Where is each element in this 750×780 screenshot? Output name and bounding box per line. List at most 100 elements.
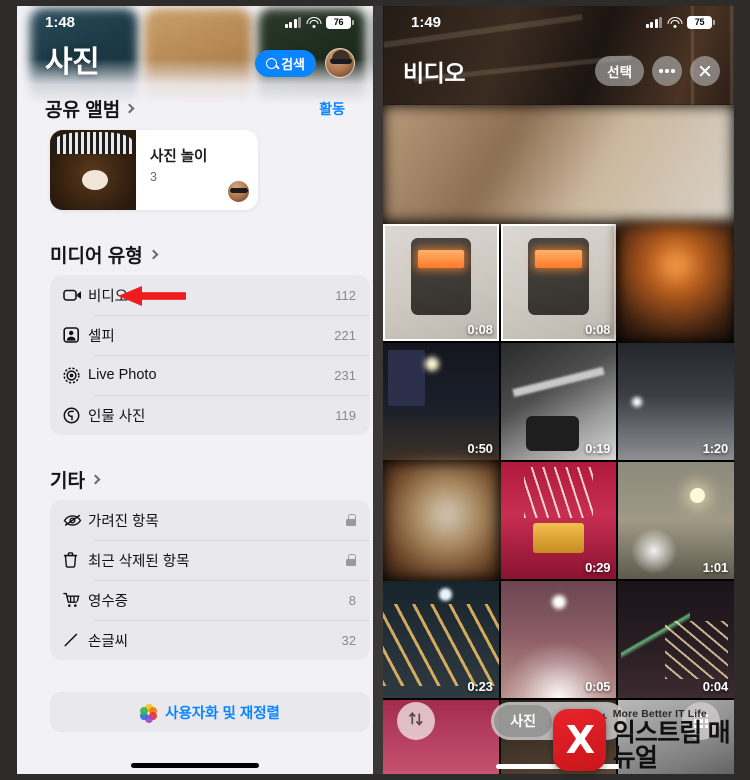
video-thumbnail[interactable]: 0:08 [500, 224, 617, 341]
chevron-right-icon [148, 249, 159, 260]
media-types-list: 비디오 112 셀피 221 Live Photo 231 인물 사진 119 [50, 275, 370, 435]
other-row-receipts[interactable]: 영수증 8 [50, 580, 370, 620]
more-options-button[interactable] [652, 56, 682, 86]
customize-reorder-button[interactable]: 사용자화 및 재정렬 [50, 692, 370, 732]
media-row-value: 221 [334, 327, 356, 343]
chevron-right-icon [90, 474, 101, 485]
other-row-recently-deleted[interactable]: 최근 삭제된 항목 [50, 540, 370, 580]
photos-app-icon [140, 703, 158, 723]
other-header[interactable]: 기타 [50, 466, 101, 493]
watermark-logo-letter: X [565, 717, 595, 762]
video-thumbnail[interactable]: 1:20 [618, 343, 734, 460]
portrait-aperture-icon [63, 407, 88, 424]
media-row-selfie[interactable]: 셀피 221 [50, 315, 370, 355]
other-row-label: 최근 삭제된 항목 [88, 553, 190, 570]
media-row-value: 119 [335, 407, 356, 423]
video-album-header: 비디오 선택 [383, 48, 734, 94]
video-duration-label: 1:01 [702, 560, 728, 575]
home-indicator[interactable] [131, 763, 259, 768]
media-types-header[interactable]: 미디어 유형 [50, 241, 159, 268]
video-thumbnail[interactable]: 0:19 [500, 343, 617, 460]
album-thumbnail [50, 130, 136, 210]
shared-album-header[interactable]: 공유 앨범 활동 [17, 95, 373, 122]
device-frame-left [0, 0, 17, 780]
lock-icon [346, 514, 356, 526]
video-thumbnail[interactable]: 0:29 [500, 462, 617, 579]
media-row-portrait[interactable]: 인물 사진 119 [50, 395, 370, 435]
shared-album-card[interactable]: 사진 놀이 3 [50, 130, 258, 210]
cellular-signal-icon [284, 16, 301, 28]
other-row-hidden[interactable]: 가려진 항목 [50, 500, 370, 540]
media-row-label: Live Photo [88, 367, 157, 383]
other-label: 기타 [50, 471, 85, 492]
avatar[interactable] [325, 48, 355, 78]
search-button[interactable]: 검색 [255, 49, 316, 77]
dual-phone-screenshot: 1:48 76 사진 검색 공유 앨범 활동 사진 놀이 3 미디어 유형 비디… [0, 0, 750, 780]
lock-icon [346, 554, 356, 566]
watermark-logo-icon: X [553, 708, 606, 771]
receipt-cart-icon [63, 592, 88, 608]
video-thumbnail[interactable] [618, 224, 734, 341]
other-row-handwriting[interactable]: 손글씨 32 [50, 620, 370, 660]
album-owner-avatar [227, 180, 250, 203]
shared-album-title-group[interactable]: 공유 앨범 [45, 95, 135, 122]
ellipsis-icon [659, 69, 675, 73]
left-phone-screen: 1:48 76 사진 검색 공유 앨범 활동 사진 놀이 3 미디어 유형 비디… [17, 0, 373, 780]
video-thumbnail[interactable] [383, 105, 734, 222]
close-button[interactable] [690, 56, 720, 86]
page-title: 사진 [45, 46, 100, 79]
video-thumbnail[interactable]: 0:50 [383, 343, 499, 460]
media-row-value: 112 [335, 287, 356, 303]
eye-slash-icon [63, 513, 88, 527]
watermark-name: 익스트림 매뉴얼 [612, 719, 731, 772]
video-thumbnail[interactable] [383, 462, 499, 579]
video-thumbnail[interactable]: 0:05 [500, 581, 617, 698]
device-frame-middle [373, 0, 383, 780]
battery-icon: 76 [326, 15, 354, 29]
wifi-icon [667, 16, 682, 28]
other-row-label: 영수증 [88, 593, 129, 610]
activity-link[interactable]: 활동 [319, 99, 345, 119]
other-list: 가려진 항목 최근 삭제된 항목 영수증 8 손글씨 32 [50, 500, 370, 660]
sort-arrows-icon [408, 711, 424, 732]
video-thumbnail[interactable]: 1:01 [618, 462, 734, 579]
media-row-value: 231 [334, 367, 356, 383]
shared-album-label: 공유 앨범 [45, 100, 121, 121]
video-thumbnail[interactable]: 0:23 [383, 581, 499, 698]
device-frame-right [734, 0, 750, 780]
video-thumbnail[interactable]: 0:08 [383, 224, 499, 341]
video-thumbnail-grid: 0:08 0:08 0:50 0:19 1:20 0:29 1:01 0:23 0:05 0:04 [383, 105, 734, 780]
media-row-label: 인물 사진 [88, 408, 146, 425]
select-button[interactable]: 선택 [595, 56, 644, 86]
handwriting-pen-icon [63, 632, 88, 648]
status-time: 1:49 [411, 13, 442, 31]
media-types-label: 미디어 유형 [50, 246, 143, 267]
video-camera-icon [63, 288, 88, 302]
close-x-icon [698, 64, 712, 78]
media-row-video[interactable]: 비디오 112 [50, 275, 370, 315]
video-duration-label: 1:20 [702, 441, 728, 456]
video-duration-label: 0:08 [585, 322, 611, 337]
customize-reorder-label: 사용자화 및 재정렬 [165, 705, 280, 722]
device-frame-bottom [0, 774, 750, 780]
search-icon [266, 57, 278, 69]
video-duration-label: 0:08 [467, 322, 493, 337]
live-photo-icon [63, 366, 88, 384]
video-thumbnail[interactable]: 0:04 [618, 581, 734, 698]
right-status-bar: 1:49 75 [383, 0, 734, 44]
album-page-title: 비디오 [403, 60, 465, 86]
other-row-value: 32 [341, 632, 356, 648]
battery-icon: 75 [687, 15, 715, 29]
trash-icon [63, 552, 88, 568]
media-row-label: 셀피 [88, 328, 115, 345]
media-row-live-photo[interactable]: Live Photo 231 [50, 355, 370, 395]
status-time: 1:48 [45, 13, 76, 31]
other-row-label: 가려진 항목 [88, 513, 159, 530]
left-status-bar: 1:48 76 [17, 0, 373, 44]
sort-button[interactable] [397, 702, 435, 740]
other-row-value: 8 [348, 592, 356, 608]
cellular-signal-icon [645, 16, 662, 28]
red-left-arrow [118, 286, 186, 306]
segment-photos[interactable]: 사진 [494, 705, 553, 737]
wifi-icon [306, 16, 321, 28]
